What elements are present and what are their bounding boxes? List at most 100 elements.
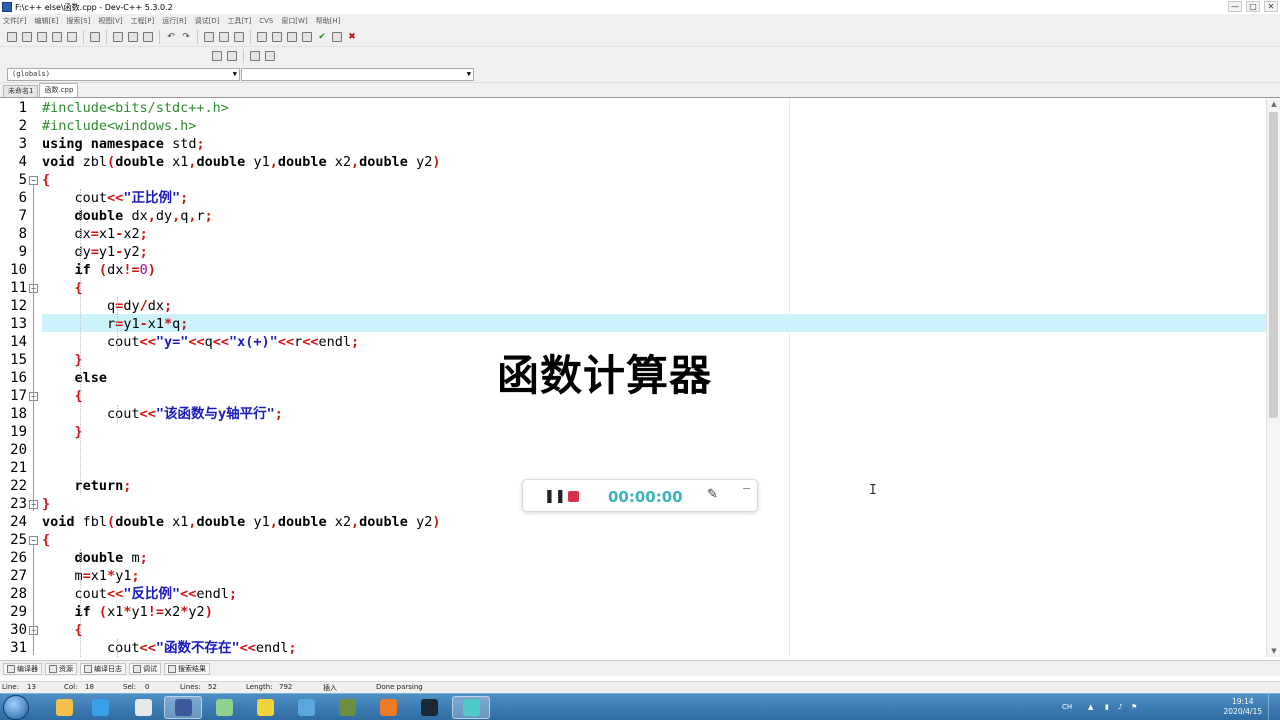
code-line[interactable]: using namespace std; [42, 135, 205, 153]
stop-icon[interactable]: ✖ [346, 31, 358, 43]
pen-icon[interactable]: ✎ [707, 487, 718, 502]
code-line[interactable]: } [42, 495, 50, 513]
goto-icon[interactable] [264, 50, 276, 62]
scope-select[interactable]: (globals) ▼ [7, 68, 240, 81]
class-browser-icon[interactable] [249, 50, 261, 62]
rebuild-icon[interactable] [301, 31, 313, 43]
volume-icon[interactable]: ♪ [1118, 703, 1122, 711]
save-icon[interactable] [36, 31, 48, 43]
taskbar-steam-icon[interactable] [410, 696, 448, 719]
code-line[interactable]: { [42, 531, 50, 549]
copy-icon[interactable] [112, 31, 124, 43]
bookmark-icon[interactable] [142, 31, 154, 43]
taskbar-devcpp-icon[interactable] [164, 696, 202, 719]
new-file-icon[interactable] [6, 31, 18, 43]
code-line[interactable]: void fbl(double x1,double y1,double x2,d… [42, 513, 441, 531]
language-indicator[interactable]: CH [1062, 703, 1072, 711]
code-line[interactable]: void zbl(double x1,double y1,double x2,d… [42, 153, 441, 171]
menu-tools[interactable]: 工具[T] [227, 16, 251, 26]
save-all-icon[interactable] [51, 31, 63, 43]
tab-compile-log[interactable]: 编译日志 [80, 662, 126, 675]
menu-window[interactable]: 窗口[W] [281, 16, 307, 26]
taskbar-folder-icon[interactable] [45, 696, 83, 719]
tray-arrow-icon[interactable]: ▲ [1088, 703, 1093, 711]
run-icon[interactable] [271, 31, 283, 43]
menu-search[interactable]: 搜索[S] [66, 16, 90, 26]
scroll-down-icon[interactable]: ▼ [1268, 645, 1280, 657]
code-line[interactable]: { [42, 387, 83, 405]
code-line[interactable]: cout<<"该函数与y轴平行"; [42, 405, 283, 423]
find-icon[interactable] [211, 50, 223, 62]
taskbar-minecraft-icon[interactable] [328, 696, 366, 719]
compile-icon[interactable] [256, 31, 268, 43]
print-icon[interactable] [89, 31, 101, 43]
fold-toggle-icon[interactable]: − [29, 176, 38, 185]
check-icon[interactable]: ✔ [316, 31, 328, 43]
code-line[interactable]: q=dy/dx; [42, 297, 172, 315]
fold-toggle-icon[interactable]: − [29, 536, 38, 545]
compile-run-icon[interactable] [286, 31, 298, 43]
menu-file[interactable]: 文件[F] [3, 16, 27, 26]
code-line[interactable]: double dx,dy,q,r; [42, 207, 213, 225]
tab-function-cpp[interactable]: 函数.cpp [39, 83, 79, 97]
menu-debug[interactable]: 调试[D] [195, 16, 220, 26]
function-select[interactable]: ▼ [241, 68, 474, 81]
code-line[interactable]: dx=x1-x2; [42, 225, 148, 243]
menu-cvs[interactable]: CVS [259, 17, 273, 25]
close-file-icon[interactable] [66, 31, 78, 43]
open-file-icon[interactable] [21, 31, 33, 43]
tab-debug[interactable]: 调试 [129, 662, 161, 675]
code-line[interactable]: double m; [42, 549, 148, 567]
code-line[interactable]: return; [42, 477, 132, 495]
show-desktop-button[interactable] [1268, 694, 1280, 720]
taskbar-firefox-icon[interactable] [369, 696, 407, 719]
taskbar-media-icon[interactable] [124, 696, 162, 719]
flag-icon[interactable]: ⚑ [1131, 703, 1137, 711]
minimize-recorder-icon[interactable]: − [742, 482, 751, 495]
taskbar-notepad-icon[interactable] [205, 696, 243, 719]
taskbar-yellow-app-icon[interactable] [246, 696, 284, 719]
toggle-comment-icon[interactable] [233, 31, 245, 43]
clock[interactable]: 19:14 2020/4/15 [1224, 697, 1262, 717]
start-button[interactable] [3, 695, 29, 720]
pause-icon[interactable]: ❚❚ [544, 489, 566, 504]
menu-view[interactable]: 视图[V] [98, 16, 122, 26]
tab-search-results[interactable]: 搜索结果 [164, 662, 210, 675]
taskbar-recorder-icon[interactable] [452, 696, 490, 719]
stop-record-icon[interactable] [568, 491, 579, 502]
code-line[interactable]: #include<windows.h> [42, 117, 196, 135]
code-line[interactable]: cout<<"正比例"; [42, 189, 189, 207]
tab-resources[interactable]: 资源 [45, 662, 77, 675]
minimize-icon[interactable]: — [1228, 1, 1242, 12]
taskbar-ie-icon[interactable] [81, 696, 119, 719]
unindent-icon[interactable] [218, 31, 230, 43]
code-line[interactable]: if (dx!=0) [42, 261, 156, 279]
code-line[interactable]: #include<bits/stdc++.h> [42, 99, 229, 117]
code-line[interactable]: { [42, 621, 83, 639]
code-line[interactable]: { [42, 171, 50, 189]
taskbar-circle-app-icon[interactable] [287, 696, 325, 719]
close-icon[interactable]: ✕ [1264, 1, 1278, 12]
tab-untitled[interactable]: 未命名1 [3, 85, 39, 97]
code-line[interactable]: } [42, 423, 83, 441]
replace-icon[interactable] [226, 50, 238, 62]
code-line[interactable]: dy=y1-y2; [42, 243, 148, 261]
code-line[interactable]: { [42, 279, 83, 297]
vertical-scrollbar[interactable]: ▲ ▼ [1266, 98, 1280, 657]
code-line[interactable]: cout<<"反比例"<<endl; [42, 585, 238, 603]
redo-icon[interactable]: ↷ [180, 31, 192, 43]
network-icon[interactable]: ▮ [1105, 703, 1109, 711]
code-line[interactable]: if (x1*y1!=x2*y2) [42, 603, 213, 621]
code-line[interactable]: } [42, 351, 83, 369]
code-line[interactable]: else [42, 369, 108, 387]
menu-edit[interactable]: 编辑[E] [35, 16, 59, 26]
menu-run[interactable]: 运行[R] [162, 16, 186, 26]
maximize-icon[interactable]: □ [1246, 1, 1260, 12]
code-line[interactable]: cout<<"y="<<q<<"x(+)"<<r<<endl; [42, 333, 359, 351]
scroll-up-icon[interactable]: ▲ [1268, 98, 1280, 110]
menu-project[interactable]: 工程[P] [131, 16, 155, 26]
code-line[interactable]: r=y1-x1*q; [42, 315, 188, 333]
menu-help[interactable]: 帮助[H] [316, 16, 341, 26]
tab-compiler[interactable]: 编译器 [3, 662, 42, 675]
chart-icon[interactable] [331, 31, 343, 43]
